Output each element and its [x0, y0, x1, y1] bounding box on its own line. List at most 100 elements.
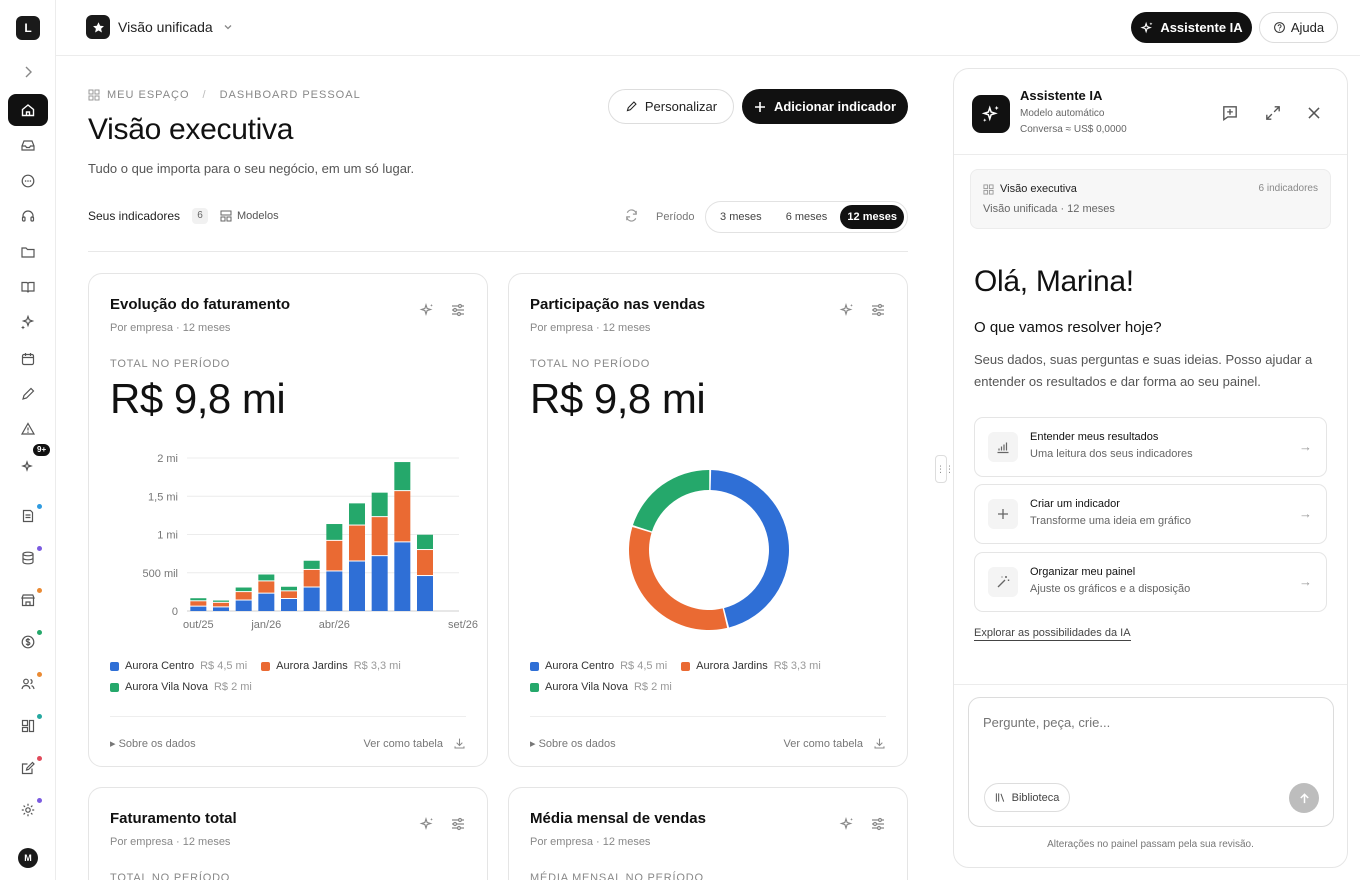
- nav-alerts[interactable]: [8, 413, 48, 445]
- about-data-toggle[interactable]: ▸ Sobre os dados: [530, 737, 616, 750]
- nav-documents[interactable]: [8, 500, 48, 532]
- card-footer: ▸ Sobre os dados Ver como tabela: [110, 716, 467, 766]
- legend-item: Aurora Centro R$ 4,5 mi Aurora Jardins R…: [530, 660, 821, 672]
- nav-support[interactable]: [8, 200, 48, 232]
- about-data-toggle[interactable]: ▸ Sobre os dados: [110, 737, 196, 750]
- nav-ai-suggestions[interactable]: 9+: [8, 443, 52, 482]
- send-button[interactable]: [1289, 783, 1319, 813]
- bar-segment: [258, 581, 275, 593]
- action-create-indicator[interactable]: Criar um indicador Transforme uma ideia …: [974, 484, 1327, 544]
- bar-segment: [303, 587, 320, 611]
- nav-compose[interactable]: [8, 752, 48, 784]
- bar-segment: [349, 525, 365, 561]
- bar-segment: [349, 503, 365, 525]
- nav-calendar[interactable]: [8, 343, 48, 375]
- context-card: Visão executiva 6 indicadores Visão unif…: [970, 169, 1331, 229]
- legend-value: R$ 3,3 mi: [773, 660, 821, 672]
- assistant-header: Assistente IA Modelo automático Conversa…: [954, 69, 1347, 155]
- settings-sliders-icon[interactable]: [450, 302, 466, 318]
- card-subtitle: Por empresa · 12 meses: [530, 322, 651, 334]
- indicators-label: Seus indicadores: [88, 209, 181, 223]
- period-option-3m[interactable]: 3 meses: [709, 205, 773, 229]
- expand-icon[interactable]: [1264, 104, 1282, 122]
- user-avatar[interactable]: M: [18, 848, 38, 868]
- help-label: Ajuda: [1290, 20, 1325, 35]
- bar-segment: [417, 550, 433, 576]
- action-understand-results[interactable]: Entender meus resultados Uma leitura dos…: [974, 417, 1327, 477]
- customize-button[interactable]: Personalizar: [608, 89, 734, 124]
- bar-segment: [371, 517, 388, 556]
- view-table-link[interactable]: Ver como tabela: [784, 737, 887, 750]
- help-button[interactable]: Ajuda: [1259, 12, 1338, 43]
- calendar-icon: [21, 353, 35, 366]
- settings-sliders-icon[interactable]: [870, 302, 886, 318]
- settings-sliders-icon[interactable]: [450, 816, 466, 832]
- bar-segment: [235, 600, 252, 611]
- about-data-label: Sobre os dados: [118, 738, 196, 750]
- nav-inbox[interactable]: [8, 129, 48, 161]
- bar-segment: [213, 602, 229, 607]
- nav-database[interactable]: [8, 542, 48, 574]
- nav-finance[interactable]: [8, 626, 48, 658]
- nav-ai[interactable]: [8, 306, 48, 338]
- context-count: 6 indicadores: [1258, 183, 1318, 194]
- nav-files[interactable]: [8, 236, 48, 268]
- refresh-icon[interactable]: [624, 208, 639, 223]
- bar-segment: [213, 607, 229, 611]
- kpi-value: R$ 9,8 mi: [110, 375, 286, 422]
- period-option-12m[interactable]: 12 meses: [840, 205, 905, 229]
- panel-resize-handle[interactable]: ⋮⋮: [935, 455, 954, 483]
- library-label: Biblioteca: [1011, 791, 1060, 804]
- grid-icon: [983, 183, 994, 195]
- status-dot: [37, 630, 42, 635]
- chevron-right-icon: [25, 66, 32, 78]
- download-icon[interactable]: [873, 737, 886, 750]
- models-button[interactable]: Modelos: [220, 210, 279, 222]
- ai-insight-icon[interactable]: [839, 302, 855, 318]
- nav-people[interactable]: [8, 668, 48, 700]
- action-organize-panel[interactable]: Organizar meu painel Ajuste os gráficos …: [974, 552, 1327, 612]
- ai-insight-icon[interactable]: [419, 816, 435, 832]
- prompt-input[interactable]: [983, 715, 1313, 730]
- workspace-logo[interactable]: L: [16, 16, 40, 40]
- workspace-switcher[interactable]: Visão unificada: [86, 15, 233, 39]
- nav-dashboards[interactable]: [8, 710, 48, 742]
- bar-segment: [394, 462, 411, 491]
- dashboard-icon: [21, 719, 35, 733]
- nav-store[interactable]: [8, 584, 48, 616]
- greeting: Olá, Marina!: [974, 265, 1134, 298]
- nav-knowledge[interactable]: [8, 271, 48, 303]
- library-button[interactable]: Biblioteca: [984, 783, 1070, 812]
- folder-icon: [21, 247, 35, 258]
- bar-segment: [235, 592, 252, 600]
- download-icon[interactable]: [453, 737, 466, 750]
- ai-insight-icon[interactable]: [419, 302, 435, 318]
- ai-insight-icon[interactable]: [839, 816, 855, 832]
- nav-settings[interactable]: [8, 794, 48, 826]
- expand-sidebar-button[interactable]: [8, 56, 48, 88]
- settings-sliders-icon[interactable]: [870, 816, 886, 832]
- chevron-down-icon: [224, 25, 232, 30]
- ai-assistant-button[interactable]: Assistente IA: [1131, 12, 1252, 43]
- add-indicator-button[interactable]: Adicionar indicador: [742, 89, 908, 124]
- breadcrumb-item[interactable]: MEU ESPAÇO: [107, 89, 190, 101]
- sparkles-icon: [981, 105, 999, 122]
- database-icon: [22, 551, 34, 565]
- legend-item: Aurora Vila Nova R$ 2 mi: [530, 681, 672, 693]
- legend-value: R$ 2 mi: [633, 681, 672, 693]
- indicators-toolbar: Seus indicadores 6 Modelos Período 3 mes…: [88, 201, 908, 252]
- view-table-link[interactable]: Ver como tabela: [364, 737, 467, 750]
- nav-home[interactable]: [8, 94, 48, 126]
- bar-segment: [258, 574, 275, 581]
- nav-messages[interactable]: [8, 165, 48, 197]
- action-subtitle: Uma leitura dos seus indicadores: [1030, 448, 1193, 460]
- explore-ai-link[interactable]: Explorar as possibilidades da IA: [974, 627, 1131, 641]
- period-option-6m[interactable]: 6 meses: [775, 205, 839, 229]
- bar-segment: [371, 492, 388, 517]
- close-icon[interactable]: [1305, 104, 1323, 122]
- assistant-model: Modelo automático: [1020, 108, 1105, 119]
- chat-icon: [21, 174, 35, 188]
- nav-edit[interactable]: [8, 378, 48, 410]
- x-tick-label: out/25: [183, 619, 214, 631]
- new-chat-icon[interactable]: [1221, 104, 1239, 122]
